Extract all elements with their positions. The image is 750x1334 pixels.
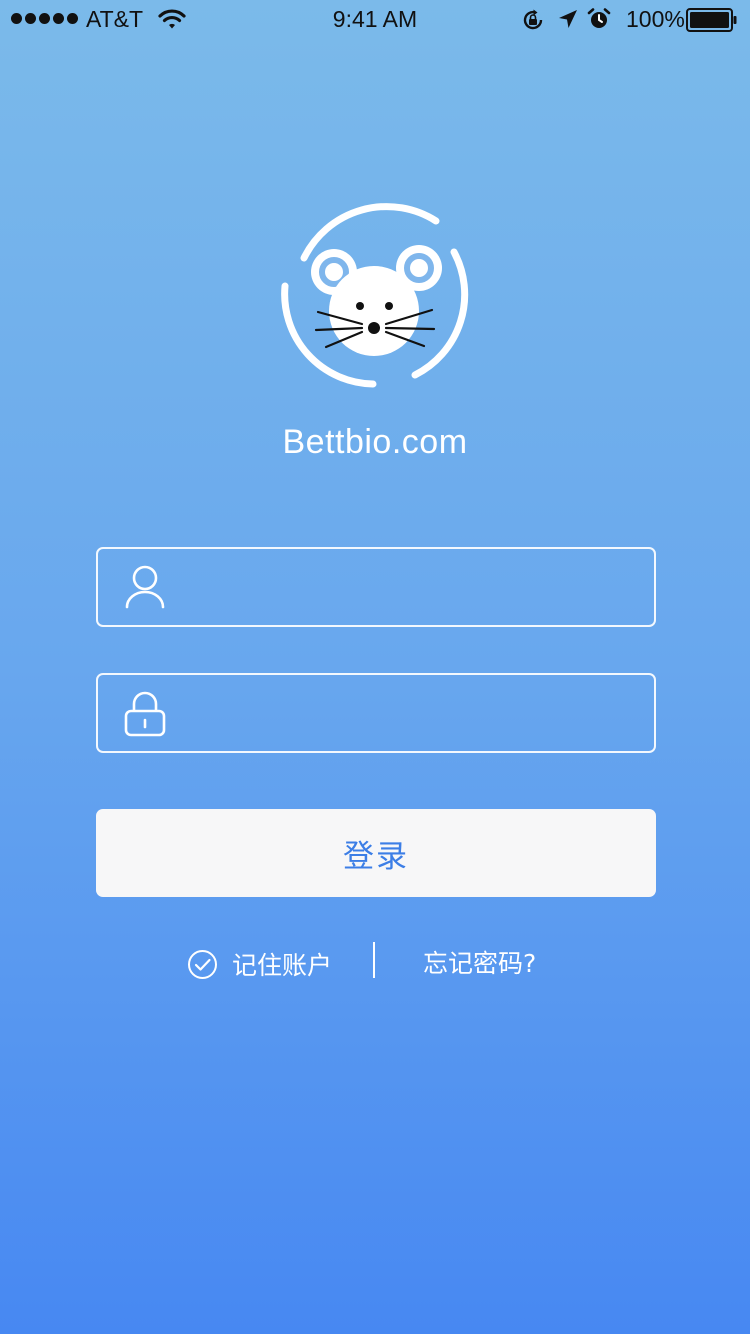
- status-bar: AT&T 9:41 AM 100%: [0, 0, 750, 40]
- user-icon: [125, 565, 165, 609]
- rotation-lock-icon: [523, 9, 543, 30]
- forgot-password-link[interactable]: 忘记密码?: [423, 944, 536, 984]
- mouse-logo-icon: [281, 203, 469, 388]
- lock-icon: [124, 691, 166, 737]
- location-arrow-icon: [559, 10, 577, 28]
- remember-account-label: 记住账户: [232, 951, 333, 980]
- site-name: Bettbio.com: [282, 423, 468, 461]
- remember-account-toggle[interactable]: 记住账户: [187, 944, 332, 984]
- check-circle-icon[interactable]: [187, 949, 218, 980]
- alarm-clock-icon: [587, 8, 611, 28]
- username-field[interactable]: [96, 547, 656, 627]
- battery-icon: [686, 8, 737, 32]
- password-field[interactable]: [96, 673, 656, 753]
- divider: [373, 942, 375, 978]
- battery-percentage: 100%: [626, 6, 685, 32]
- password-input[interactable]: [190, 675, 630, 751]
- login-button[interactable]: 登录: [96, 809, 656, 897]
- username-input[interactable]: [190, 549, 630, 625]
